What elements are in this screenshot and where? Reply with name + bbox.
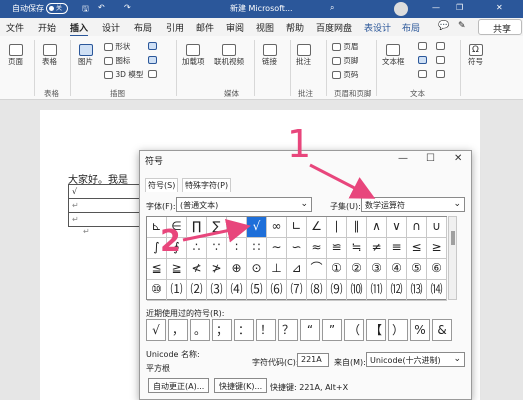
annotation-arrows [182, 163, 376, 243]
arrow-to-sqrt [182, 218, 251, 243]
arrow-to-subset [309, 163, 376, 199]
